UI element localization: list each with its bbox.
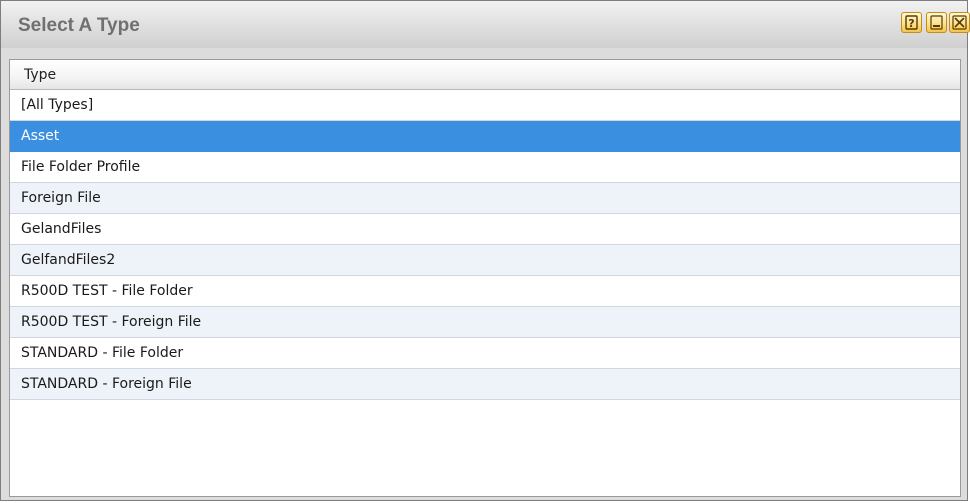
- column-header-label: Type: [24, 67, 57, 83]
- row-label: [All Types]: [21, 97, 94, 113]
- row-label: STANDARD - File Folder: [21, 345, 184, 361]
- row-label: Asset: [21, 128, 60, 144]
- row-label: Foreign File: [21, 190, 101, 206]
- minimize-icon: [930, 15, 943, 30]
- column-header-type[interactable]: Type: [10, 60, 960, 90]
- help-button[interactable]: ?: [901, 12, 922, 33]
- close-button[interactable]: [949, 12, 970, 33]
- table-row[interactable]: File Folder Profile: [10, 152, 960, 183]
- table-row-selected[interactable]: Asset: [10, 121, 960, 152]
- table-row[interactable]: R500D TEST - Foreign File: [10, 307, 960, 338]
- table-row[interactable]: GelfandFiles2: [10, 245, 960, 276]
- table-row[interactable]: STANDARD - File Folder: [10, 338, 960, 369]
- row-label: STANDARD - Foreign File: [21, 376, 192, 392]
- table-row[interactable]: Foreign File: [10, 183, 960, 214]
- table-row[interactable]: STANDARD - Foreign File: [10, 369, 960, 400]
- type-rows: [All Types] Asset File Folder Profile Fo…: [10, 90, 960, 400]
- row-label: GelandFiles: [21, 221, 102, 237]
- row-label: File Folder Profile: [21, 159, 141, 175]
- title-bar[interactable]: Select A Type ?: [1, 1, 970, 48]
- type-grid[interactable]: Type [All Types] Asset File Folder Profi…: [9, 59, 961, 497]
- row-label: GelfandFiles2: [21, 252, 116, 268]
- dialog-title: Select A Type: [18, 15, 140, 36]
- svg-text:?: ?: [908, 17, 914, 30]
- select-type-dialog: Select A Type ? Type [All Types] Asset F…: [0, 0, 970, 501]
- table-row[interactable]: [All Types]: [10, 90, 960, 121]
- help-icon: ?: [905, 15, 918, 30]
- close-icon: [952, 15, 967, 30]
- minimize-button[interactable]: [926, 12, 947, 33]
- table-row[interactable]: GelandFiles: [10, 214, 960, 245]
- table-row[interactable]: R500D TEST - File Folder: [10, 276, 960, 307]
- row-label: R500D TEST - File Folder: [21, 283, 193, 299]
- row-label: R500D TEST - Foreign File: [21, 314, 202, 330]
